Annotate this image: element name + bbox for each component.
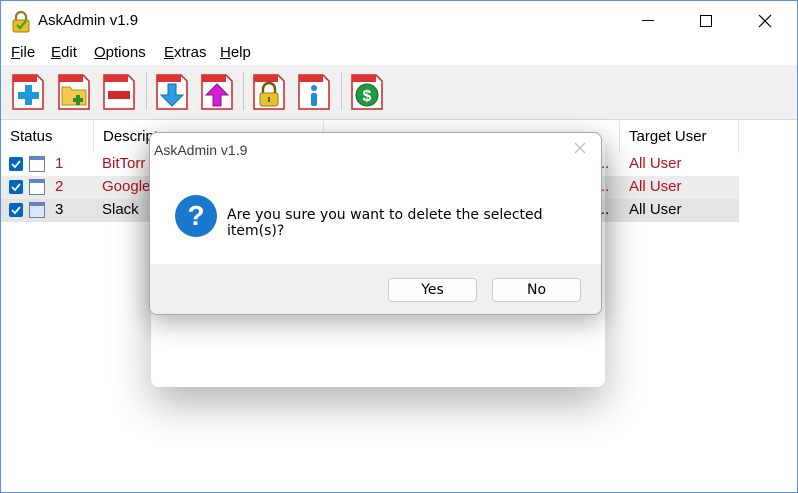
donate-button[interactable]: $: [350, 71, 384, 111]
app-lock-icon: [12, 11, 30, 33]
window-title: AskAdmin v1.9: [38, 12, 139, 29]
row-checkbox[interactable]: [9, 203, 23, 217]
row-target-user: All User: [629, 155, 682, 172]
maximize-icon: [700, 15, 712, 27]
add-folder-button[interactable]: [57, 71, 91, 111]
row-number: 1: [55, 155, 64, 172]
lock-button[interactable]: [252, 71, 286, 111]
dialog-footer: Yes No: [150, 264, 601, 314]
menu-bar: File Edit Options Extras Help: [1, 41, 797, 65]
column-target-user[interactable]: Target User: [620, 121, 739, 153]
row-target-user: All User: [629, 178, 682, 195]
toolbar-separator: [146, 72, 147, 110]
menu-edit[interactable]: Edit: [51, 44, 77, 61]
row-description: Slack: [102, 201, 139, 218]
add-item-button[interactable]: [11, 71, 45, 111]
close-window-button[interactable]: [736, 1, 794, 41]
row-description: Google: [102, 178, 151, 195]
close-icon: [758, 14, 772, 28]
remove-item-button[interactable]: [102, 71, 136, 111]
checkmark-icon: [11, 183, 21, 192]
menu-options[interactable]: Options: [94, 44, 146, 61]
confirm-dialog: AskAdmin v1.9 ? Are you sure you want to…: [149, 132, 602, 315]
column-status[interactable]: Status: [1, 121, 94, 153]
minimize-icon: [642, 20, 654, 21]
row-number: 3: [55, 201, 64, 218]
menu-help[interactable]: Help: [220, 44, 251, 61]
info-button[interactable]: [297, 71, 331, 111]
import-button[interactable]: [155, 71, 189, 111]
menu-extras[interactable]: Extras: [164, 44, 207, 61]
dialog-close-icon[interactable]: [573, 141, 587, 155]
toolbar: $: [1, 65, 797, 120]
yes-button[interactable]: Yes: [388, 278, 477, 302]
window-icon: [29, 156, 45, 172]
dialog-title: AskAdmin v1.9: [154, 142, 248, 158]
toolbar-separator: [243, 72, 244, 110]
minimize-button[interactable]: [619, 1, 677, 41]
export-button[interactable]: [200, 71, 234, 111]
row-number: 2: [55, 178, 64, 195]
checkmark-icon: [11, 206, 21, 215]
row-checkbox[interactable]: [9, 180, 23, 194]
checkmark-icon: [11, 160, 21, 169]
title-bar[interactable]: AskAdmin v1.9: [1, 1, 797, 41]
main-window: AskAdmin v1.9 File Edit Options Extras H…: [0, 0, 798, 493]
row-checkbox[interactable]: [9, 157, 23, 171]
dialog-message: Are you sure you want to delete the sele…: [227, 207, 543, 239]
no-button[interactable]: No: [492, 278, 581, 302]
menu-file[interactable]: File: [11, 44, 35, 61]
row-target-user: All User: [629, 201, 682, 218]
toolbar-separator: [341, 72, 342, 110]
maximize-button[interactable]: [677, 1, 735, 41]
window-icon: [29, 202, 45, 218]
row-description: BitTorr: [102, 155, 146, 172]
svg-text:$: $: [363, 88, 372, 105]
question-icon: ?: [175, 195, 217, 237]
window-icon: [29, 179, 45, 195]
